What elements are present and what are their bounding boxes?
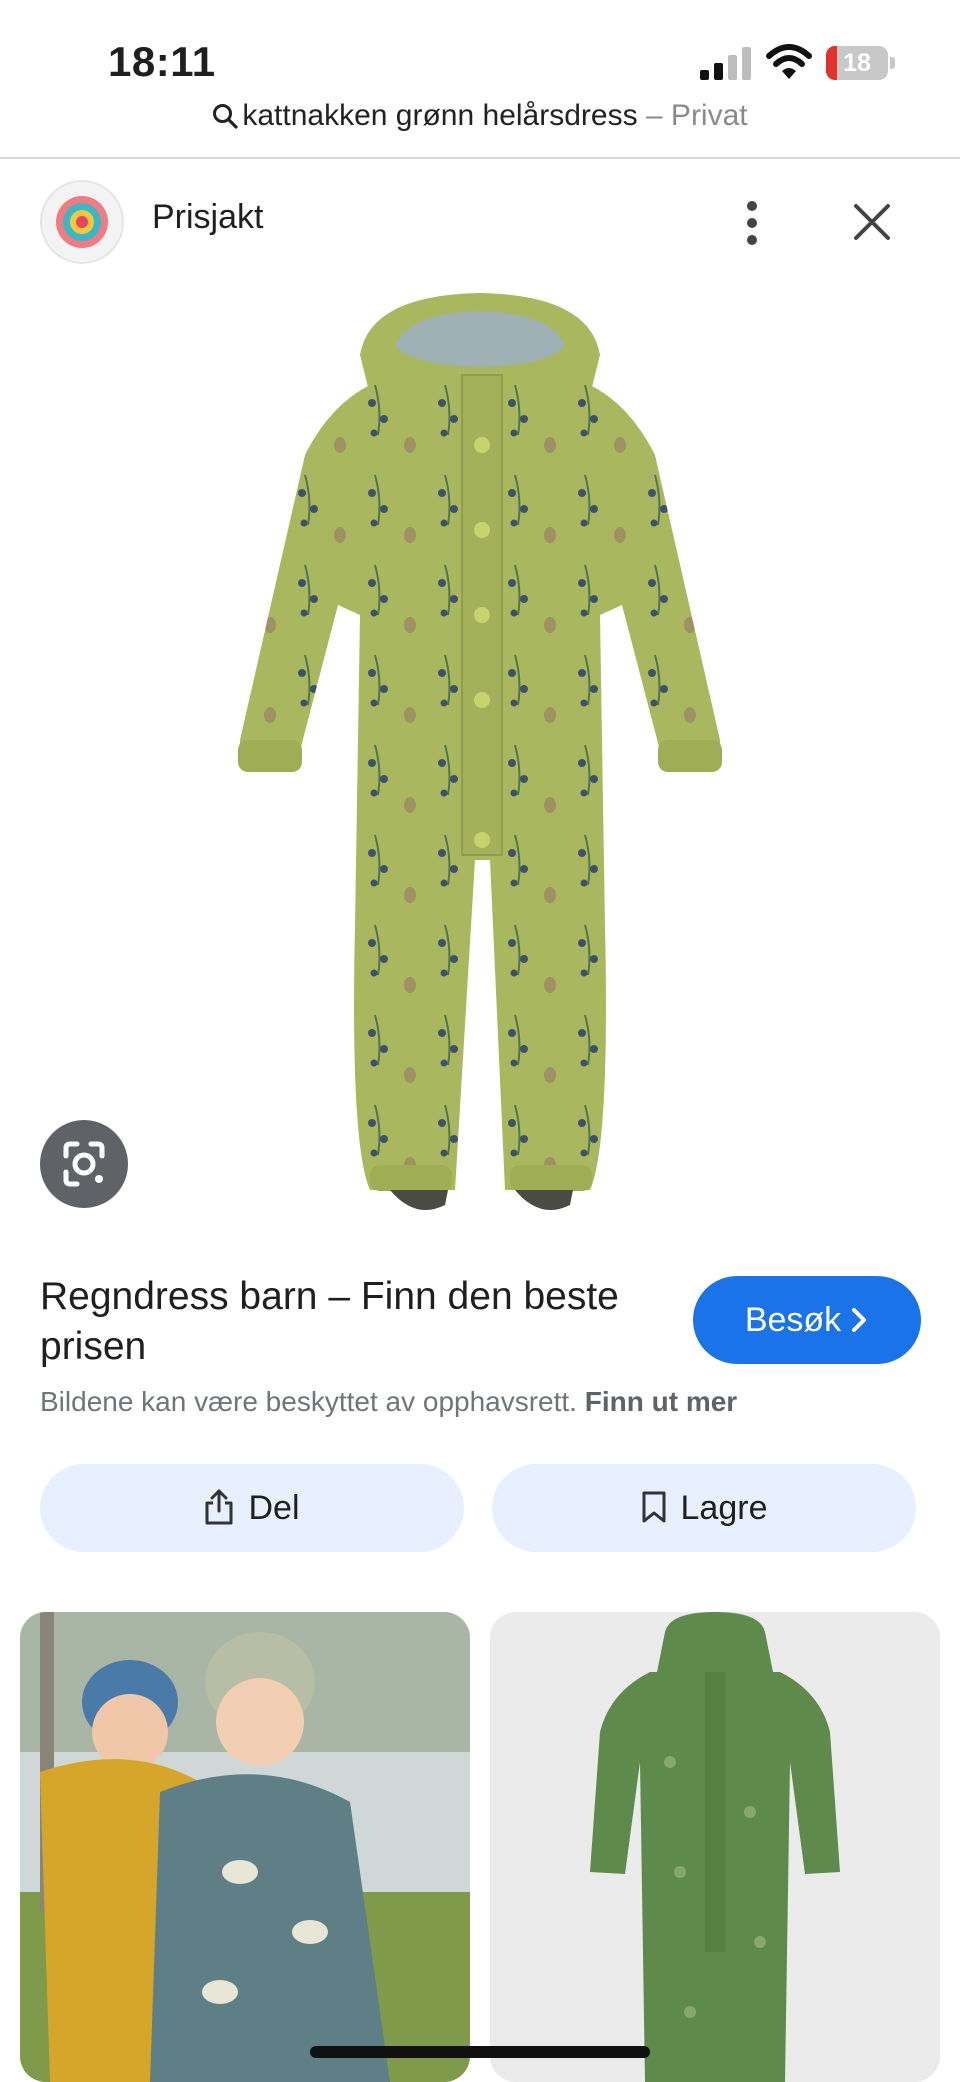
close-icon[interactable] — [850, 200, 894, 244]
copyright-notice: Bildene kan være beskyttet av opphavsret… — [40, 1386, 940, 1418]
result-title[interactable]: Regndress barn – Finn den beste prisen — [40, 1272, 680, 1372]
private-mode-label: – Privat — [637, 99, 748, 133]
battery-indicator: 18 — [826, 46, 896, 80]
home-indicator[interactable] — [310, 2046, 650, 2058]
search-query: kattnakken grønn helårsdress — [242, 99, 638, 133]
header-divider — [0, 157, 960, 159]
chevron-right-icon — [852, 1308, 867, 1333]
address-bar[interactable]: kattnakken grønn helårsdress – Privat — [0, 98, 960, 158]
more-vert-icon[interactable] — [740, 200, 764, 246]
bookmark-icon — [642, 1491, 666, 1523]
source-name[interactable]: Prisjakt — [152, 198, 263, 237]
visit-button[interactable]: Besøk — [693, 1276, 921, 1364]
wifi-icon — [766, 44, 812, 79]
save-button[interactable]: Lagre — [492, 1464, 916, 1552]
lens-icon — [63, 1141, 105, 1187]
share-icon — [205, 1489, 233, 1525]
battery-level: 18 — [843, 49, 871, 77]
related-image-green-suit[interactable] — [490, 1612, 940, 2082]
learn-more-link[interactable]: Finn ut mer — [585, 1386, 737, 1417]
related-image-children[interactable] — [20, 1612, 470, 2082]
product-image[interactable] — [220, 285, 740, 1245]
prisjakt-logo[interactable] — [40, 180, 124, 264]
source-header: Prisjakt — [0, 178, 960, 268]
lens-button[interactable] — [40, 1120, 128, 1208]
save-button-label: Lagre — [680, 1489, 768, 1527]
share-button[interactable]: Del — [40, 1464, 464, 1552]
visit-button-label: Besøk — [744, 1301, 842, 1339]
copyright-text: Bildene kan være beskyttet av opphavsret… — [40, 1386, 577, 1417]
cellular-signal-icon — [700, 47, 751, 80]
search-icon — [213, 104, 238, 129]
status-bar: 18:11 18 — [0, 0, 960, 110]
share-button-label: Del — [248, 1489, 300, 1527]
status-time: 18:11 — [108, 38, 216, 85]
